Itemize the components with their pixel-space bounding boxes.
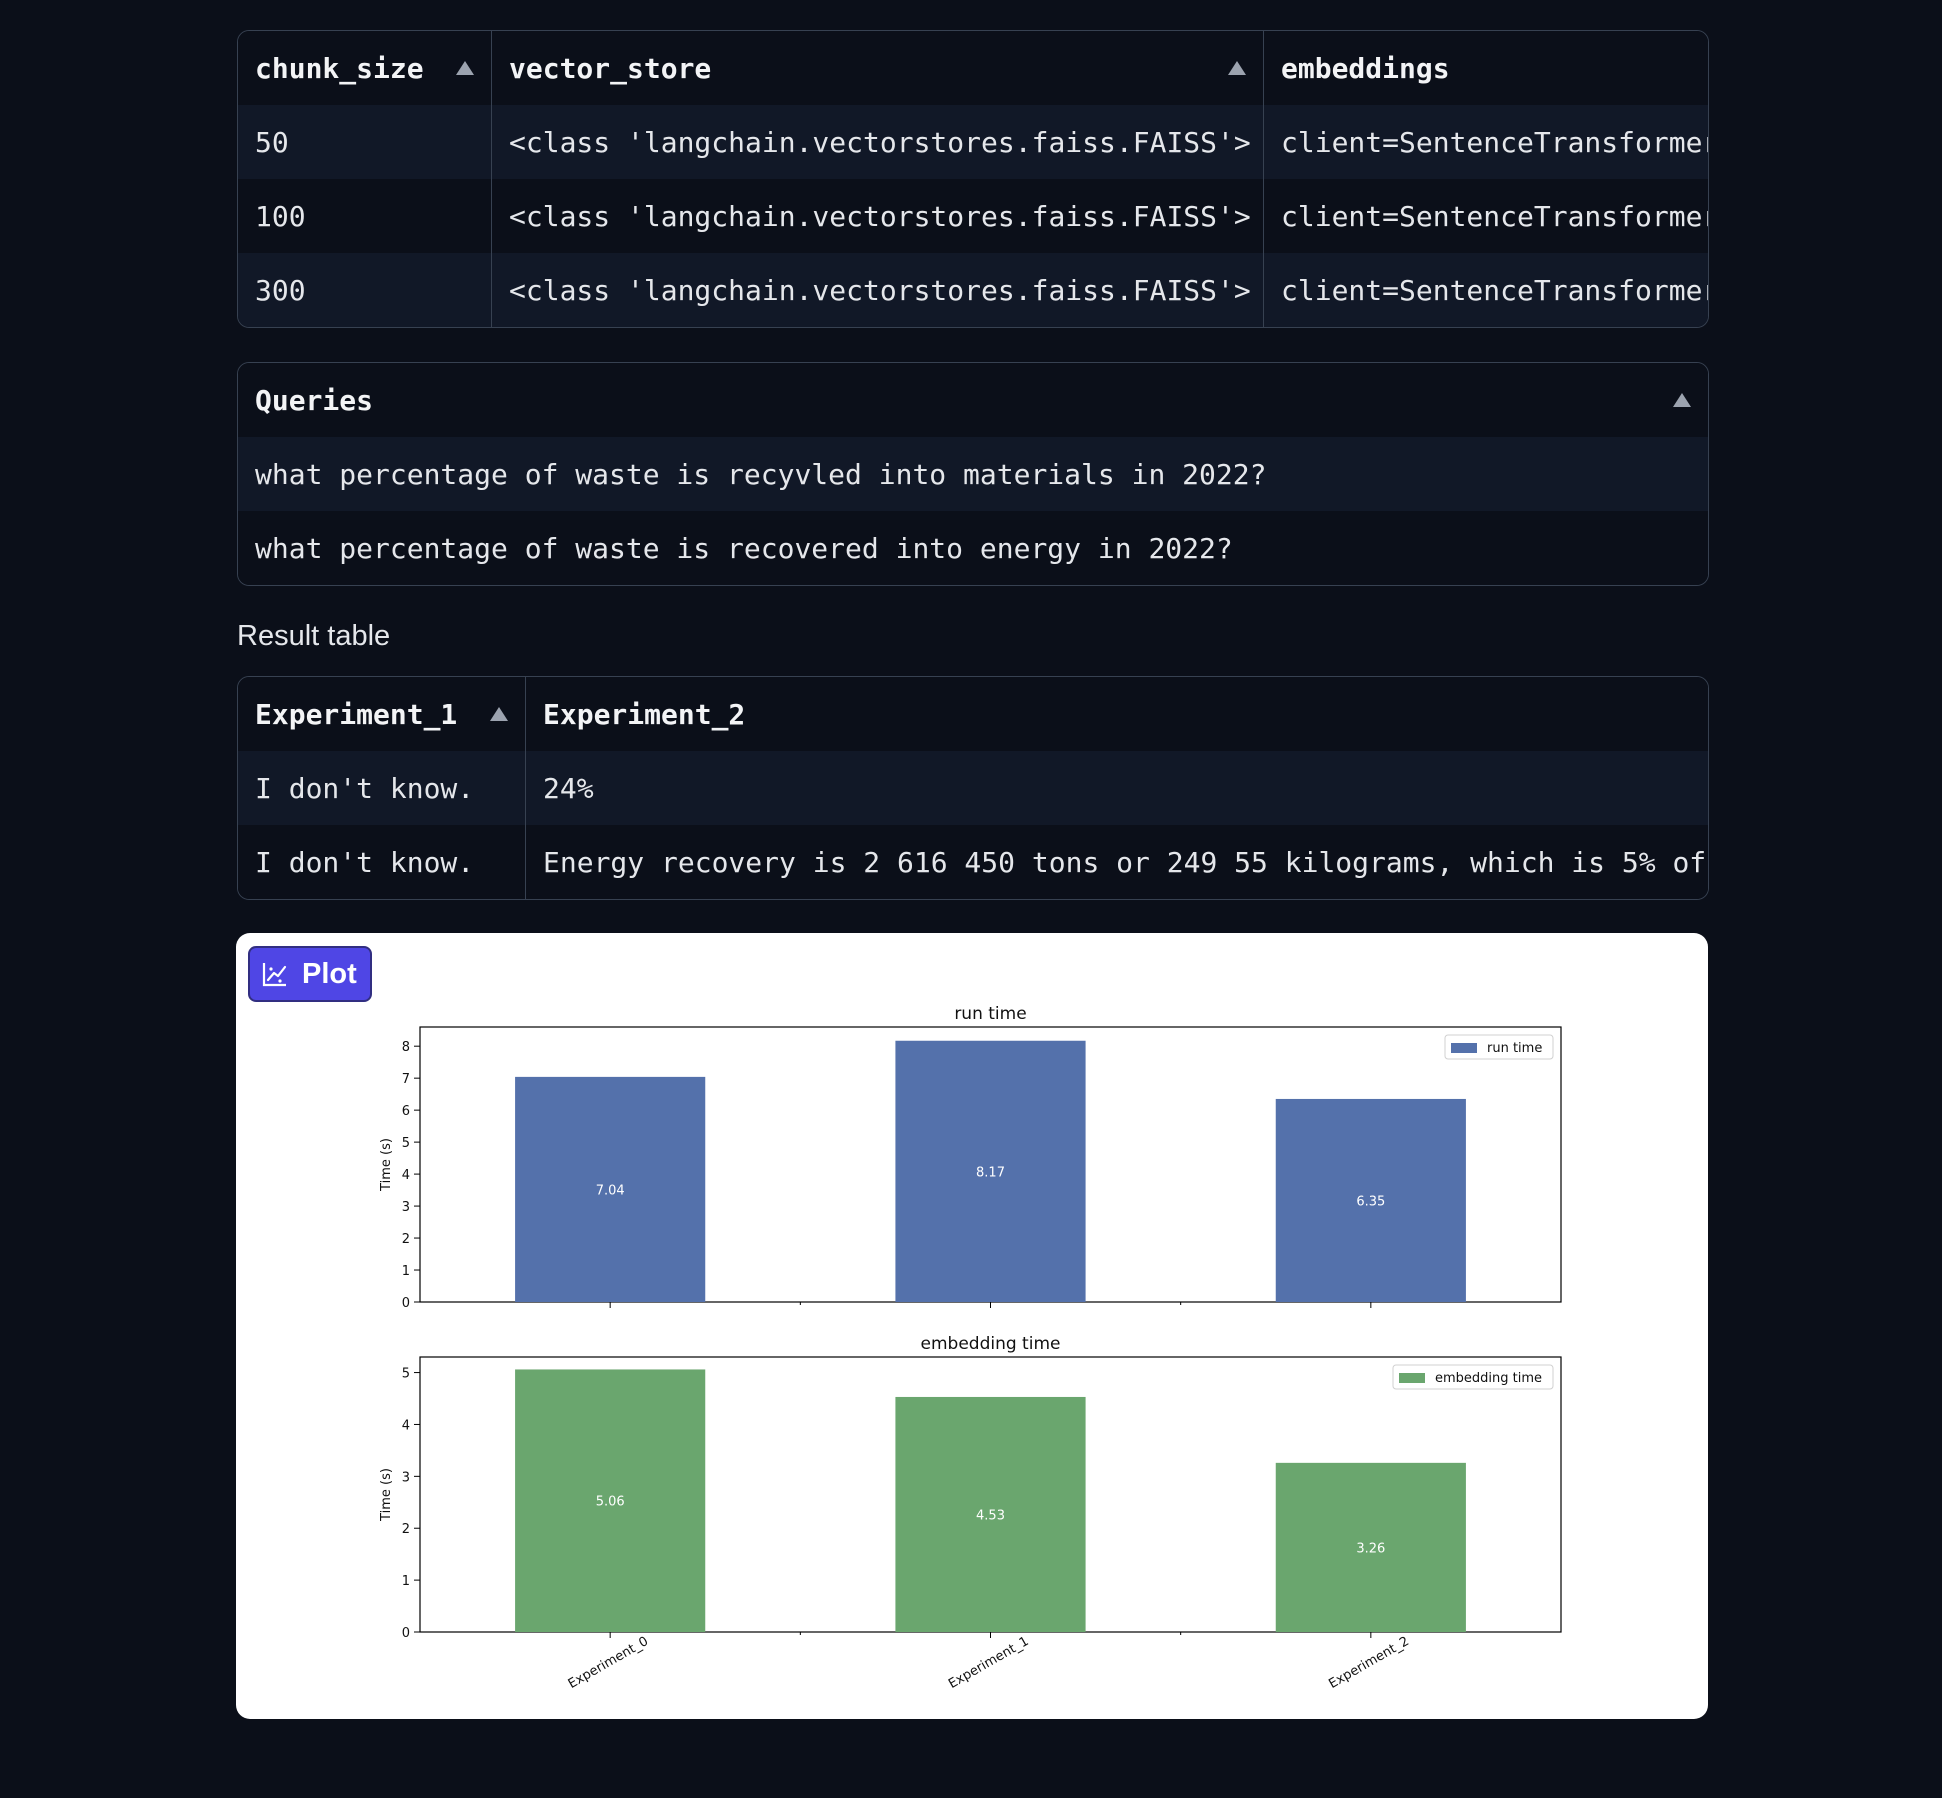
column-header-queries[interactable]: Queries [238,363,1708,437]
y-tick-label: 5 [402,1367,410,1382]
table-cell: I don't know. [238,825,526,899]
bar-value-label: 3.26 [1356,1541,1385,1556]
sort-asc-icon[interactable] [490,707,508,721]
table-header-row: Experiment_1 Experiment_2 [238,677,1708,751]
plot-panel: run time 0 1 2 3 4 5 6 7 8 Time (s) 7.04 8.17 6.35 run… [236,933,1708,1719]
table-cell: 24% [543,771,594,805]
y-axis-label: Time (s) [379,1138,394,1192]
bar-value-label: 6.35 [1356,1194,1385,1209]
y-tick-label: 1 [402,1264,410,1279]
y-tick-label: 2 [402,1522,410,1537]
table-cell: client=SentenceTransformer [1281,199,1708,233]
bar-value-label: 4.53 [976,1508,1005,1523]
y-tick-label: 4 [402,1168,410,1183]
y-tick-label: 6 [402,1104,410,1119]
column-header-vector-store[interactable]: vector_store [492,31,1264,105]
table-row: what percentage of waste is recovered in… [238,511,1708,585]
table-cell: Energy recovery is 2 616 450 tons or 249… [543,845,1707,879]
y-tick-label: 1 [402,1574,410,1589]
bar-value-label: 7.04 [596,1183,625,1198]
chart-title: run time [954,1004,1026,1024]
x-tick-label: Experiment_2 [1326,1634,1411,1692]
bar-value-label: 5.06 [596,1495,625,1510]
plot-badge: Plot [248,946,372,1002]
bar-value-label: 8.17 [976,1165,1005,1180]
y-axis-label: Time (s) [379,1468,394,1522]
y-tick-label: 8 [402,1040,410,1055]
legend-swatch [1451,1043,1477,1053]
legend-label: embedding time [1435,1371,1542,1386]
y-tick-label: 3 [402,1470,410,1485]
table-cell: what percentage of waste is recovered in… [255,531,1233,565]
table-cell: <class 'langchain.vectorstores.faiss.FAI… [492,105,1264,179]
y-tick-label: 3 [402,1200,410,1215]
column-header-embeddings[interactable]: embeddings [1264,31,1708,105]
y-tick-label: 2 [402,1232,410,1247]
plot-badge-label: Plot [302,957,357,990]
column-header-experiment-1[interactable]: Experiment_1 [238,677,526,751]
table-row: 300 <class 'langchain.vectorstores.faiss… [238,253,1708,327]
sort-asc-icon[interactable] [456,61,474,75]
y-tick-label: 0 [402,1626,410,1641]
chart-title: embedding time [921,1334,1061,1354]
y-tick-label: 5 [402,1136,410,1151]
table-cell: what percentage of waste is recyvled int… [255,457,1267,491]
table-cell: <class 'langchain.vectorstores.faiss.FAI… [492,179,1264,253]
column-header-chunk-size[interactable]: chunk_size [238,31,492,105]
table-header-row: Queries [238,363,1708,437]
table-row: 100 <class 'langchain.vectorstores.faiss… [238,179,1708,253]
sort-asc-icon[interactable] [1673,393,1691,407]
x-tick-label: Experiment_1 [946,1634,1031,1692]
y-tick-label: 7 [402,1072,410,1087]
sort-asc-icon[interactable] [1228,61,1246,75]
chart-icon [262,963,287,987]
result-table-label: Result table [237,620,391,652]
config-table: chunk_size vector_store embeddings 50 <c… [237,30,1709,328]
column-header-experiment-2[interactable]: Experiment_2 [526,677,1708,751]
table-cell: 100 [238,179,492,253]
table-row: I don't know. 24% [238,751,1708,825]
table-cell: <class 'langchain.vectorstores.faiss.FAI… [492,253,1264,327]
table-row: what percentage of waste is recyvled int… [238,437,1708,511]
legend-swatch [1399,1373,1425,1383]
bar-chart-figure: run time 0 1 2 3 4 5 6 7 8 Time (s) 7.04 8.17 6.35 run… [379,1004,1562,1692]
y-tick-label: 0 [402,1296,410,1311]
table-cell: client=SentenceTransformer [1281,125,1708,159]
x-tick-label: Experiment_0 [566,1634,651,1692]
table-cell: 300 [238,253,492,327]
legend-label: run time [1487,1041,1542,1056]
table-cell: I don't know. [238,751,526,825]
queries-table: Queries what percentage of waste is recy… [237,362,1709,586]
result-table: Experiment_1 Experiment_2 I don't know. … [237,676,1709,900]
table-row: 50 <class 'langchain.vectorstores.faiss.… [238,105,1708,179]
y-tick-label: 4 [402,1418,410,1433]
table-cell: 50 [238,105,492,179]
table-row: I don't know. Energy recovery is 2 616 4… [238,825,1708,899]
table-header-row: chunk_size vector_store embeddings [238,31,1708,105]
table-cell: client=SentenceTransformer [1281,273,1708,307]
